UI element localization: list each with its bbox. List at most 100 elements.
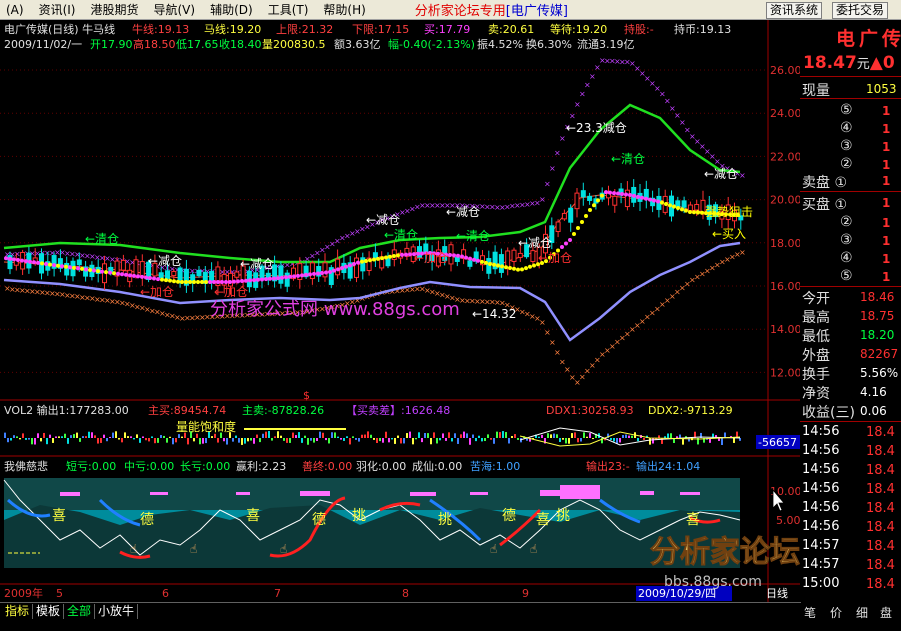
volume-bar [487,434,489,438]
ma-dot [76,266,80,271]
kline-svg[interactable]: 电广传媒(日线) 牛马线 牛线:19.13 马线:19.20 上限:21.32 … [0,20,800,602]
menu-item-help[interactable]: 帮助(H) [317,1,374,18]
tab-jia[interactable]: 价 [830,604,842,621]
volume-bar [340,438,342,440]
upper-cross-mark: × [539,195,546,204]
volume-bar [319,431,321,438]
buddha-out23: 输出23:- [586,459,630,473]
tab-all[interactable]: 全部 [64,604,96,619]
volume-bar [256,434,258,438]
ma-dot [680,207,684,212]
volume-bar [373,438,375,440]
ma-dot [212,280,216,284]
trade-annotation: ←加仓 [414,251,448,265]
lower-limit-label: 下限:17.15 [352,23,409,36]
main-chart-title: 电广传媒(日线) 牛马线 [4,22,115,36]
chart-area[interactable]: 电广传媒(日线) 牛马线 牛线:19.13 马线:19.20 上限:21.32 … [0,20,800,602]
ma-dot [664,202,668,206]
volume-bar [49,434,51,438]
volume-bar [211,436,213,438]
xaxis-label-8: 8 [402,587,409,600]
trade-order-button[interactable]: 委托交易 [832,2,889,19]
hand-icon: ☝ [530,542,537,556]
candle-body [555,221,561,233]
volume-bar [397,435,399,438]
menu-item-assist[interactable]: 辅助(D) [204,1,262,18]
volume-bar [286,438,288,443]
volume-bar [247,438,249,442]
info-close: 收18.40 [219,37,262,51]
volume-bar [79,438,81,442]
ma-dot [88,268,92,272]
upper-cross-mark: × [584,81,591,90]
trade-annotation: ←买入 [712,227,746,241]
ma-dot [384,255,388,260]
stat-value: 82267 [860,347,899,361]
ma-dot [596,198,600,203]
ma-dot [60,264,64,269]
ma-dot [176,279,180,284]
tab-xiaofangniu[interactable]: 小放牛 [95,604,139,619]
tab-bi[interactable]: 笔 [804,604,816,621]
candle-body [322,262,328,278]
volume-bar [166,438,168,443]
buddha-char: 挑 [438,512,452,528]
volume-bar [421,438,423,443]
lower-cross-mark: × [549,338,556,347]
volume-bar [442,433,444,438]
tab-pan[interactable]: 盘 [880,604,892,621]
candle-body [120,259,126,271]
ma-dot [600,193,604,198]
volume-bar [592,438,594,440]
trade-annotation: ←23.3减仓 [566,121,627,135]
ma-dot [116,271,120,276]
ma-dot [100,269,104,274]
hold-stock-label: 持股:- [624,22,654,36]
ma-dot [144,275,148,280]
candle-body [498,254,504,273]
volume-bar [142,436,144,438]
volume-bar [310,438,312,441]
buddha-char: 德 [312,512,326,528]
tab-template[interactable]: 模板 [33,604,65,619]
tick-price: 18.4 [866,520,895,535]
volume-bar [235,435,237,438]
volume-bar [652,438,654,444]
volume-bar [610,438,612,440]
volume-bar [577,438,579,443]
ma-dot [500,264,504,269]
volume-bar [508,438,510,444]
ma-dot [36,260,40,265]
ma-dot [320,270,324,275]
volume-bar [583,432,585,438]
ma-dot [464,255,468,260]
forum-logo-text: 分析家论坛 [650,535,800,570]
info-system-button[interactable]: 资讯系统 [766,2,823,19]
candle-body [196,269,202,277]
ma-dot [604,190,608,195]
volume-bar [121,438,123,443]
tab-indicator[interactable]: 指标 [2,604,34,619]
volume-bar [241,438,243,445]
menu-item-tools[interactable]: 工具(T) [262,1,318,18]
tab-xi[interactable]: 细 [856,604,868,621]
menu-item-a[interactable]: (A) [0,3,33,17]
menu-item-hk-futures[interactable]: 港股期货 [84,1,147,18]
ma-dot [660,200,664,205]
volume-bar [130,436,132,438]
volume-bar [433,432,435,438]
volume-bar [304,435,306,438]
ma-dot [300,273,304,278]
menu-item-info[interactable]: 资讯(I) [33,1,85,18]
ma-dot [228,280,232,284]
trade-annotation: ←强势狙击 [695,205,753,219]
volume-bar [490,438,492,440]
menu-item-nav[interactable]: 导航(V) [148,1,205,18]
ma-dot [512,266,516,271]
volume-bar [457,438,459,444]
ma-dot [344,264,348,269]
ma-dot [200,280,204,284]
ma-dot [4,256,8,261]
volume-bar [97,438,99,444]
volume-bar [181,436,183,438]
